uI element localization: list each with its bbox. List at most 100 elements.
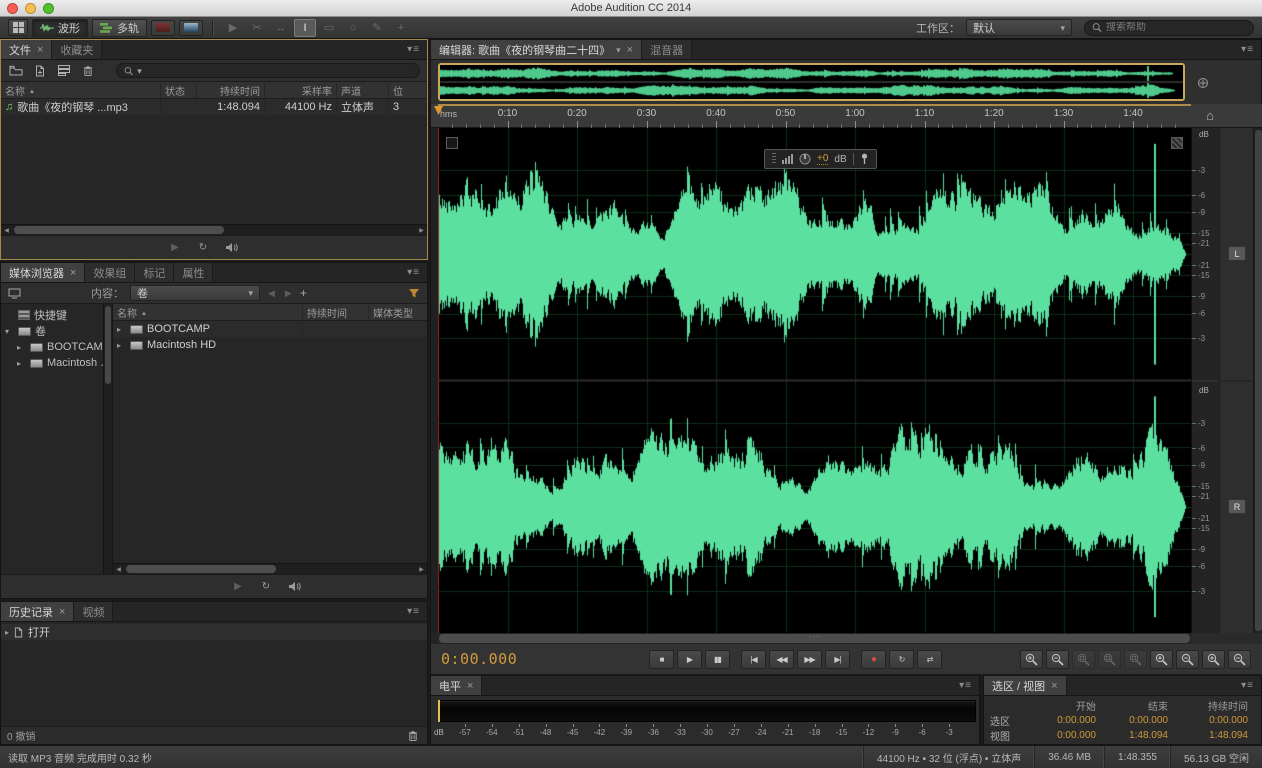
minimize-window-button[interactable]	[25, 3, 36, 14]
column-media-type[interactable]: 媒体类型	[369, 305, 427, 320]
play-button[interactable]: ▶	[677, 649, 702, 669]
delete-icon[interactable]	[80, 64, 96, 78]
rewind-button[interactable]: ◀◀	[769, 649, 794, 669]
close-icon[interactable]	[627, 44, 633, 56]
pause-button[interactable]: ▮▮	[705, 649, 730, 669]
time-selection-tool[interactable]: I	[294, 18, 316, 37]
drag-handle-icon[interactable]	[772, 153, 776, 165]
column-status[interactable]: 状态	[161, 82, 197, 98]
loop-preview-icon[interactable]: ↻	[257, 579, 275, 594]
zoom-to-selection[interactable]	[1072, 649, 1095, 669]
selection-start-value[interactable]: 0:00.000	[1024, 715, 1096, 726]
razor-tool[interactable]: ✂	[246, 19, 268, 37]
play-preview-icon[interactable]: ▶	[166, 240, 184, 255]
column-sample-rate[interactable]: 采样率	[265, 82, 337, 98]
spot-healing-brush-tool[interactable]: +	[390, 19, 412, 37]
zoom-in-horizontal[interactable]	[1150, 649, 1173, 669]
column-duration[interactable]: 持续时间	[303, 304, 369, 320]
close-icon[interactable]	[70, 267, 76, 279]
stop-button[interactable]: ■	[649, 649, 674, 669]
insert-into-multitrack-icon[interactable]	[56, 64, 72, 78]
move-tool[interactable]: ▶	[222, 19, 244, 37]
close-icon[interactable]	[59, 606, 65, 618]
history-item[interactable]: ▸ 打开	[1, 624, 427, 640]
tab-media-browser[interactable]: 媒体浏览器	[1, 263, 86, 282]
horizontal-scrollbar[interactable]	[113, 563, 427, 574]
vertical-scrollbar[interactable]	[103, 304, 112, 574]
spectral-pitch-display-button[interactable]	[179, 19, 203, 36]
add-shortcut-icon[interactable]: +	[300, 286, 307, 300]
panel-menu-icon[interactable]	[1234, 44, 1261, 55]
twisty-icon[interactable]: ▸	[17, 343, 26, 352]
view-duration-value[interactable]: 1:48.094	[1168, 730, 1248, 741]
play-preview-icon[interactable]: ▶	[229, 579, 247, 594]
twisty-icon[interactable]: ▸	[17, 359, 26, 368]
column-name[interactable]: 名称	[117, 305, 137, 320]
marquee-selection-tool[interactable]: ▭	[318, 19, 340, 37]
help-search-input[interactable]	[1106, 22, 1246, 33]
close-icon[interactable]	[1051, 680, 1057, 692]
channel-right-button[interactable]: R	[1228, 499, 1246, 514]
column-duration[interactable]: 持续时间	[197, 82, 265, 98]
workspace-select[interactable]: 默认	[966, 19, 1072, 36]
loop-preview-icon[interactable]: ↻	[194, 240, 212, 255]
tab-favorites[interactable]: 收藏夹	[52, 40, 103, 59]
zoom-selection-out-point[interactable]	[1124, 649, 1147, 669]
home-icon[interactable]	[1201, 106, 1219, 124]
tab-video[interactable]: 视频	[74, 602, 114, 621]
record-button[interactable]: ●	[861, 649, 886, 669]
twisty-icon[interactable]: ▸	[117, 325, 126, 334]
skip-selection-button[interactable]: ⇄	[917, 649, 942, 669]
twisty-icon[interactable]: ▾	[5, 327, 14, 336]
panel-menu-icon[interactable]	[400, 606, 427, 617]
column-bits[interactable]: 位	[389, 82, 427, 98]
slip-tool[interactable]: ↔	[270, 19, 292, 37]
scroll-left-icon[interactable]	[113, 564, 124, 574]
media-row[interactable]: ▸ Macintosh HD	[113, 337, 427, 353]
column-channels[interactable]: 声道	[337, 82, 389, 98]
spectral-frequency-display-button[interactable]	[151, 19, 175, 36]
scrollbar-thumb[interactable]	[1255, 130, 1262, 631]
tab-properties[interactable]: 属性	[174, 263, 214, 282]
vertical-navigation-icon[interactable]	[1195, 75, 1211, 91]
workspace-grid-icon[interactable]	[8, 19, 28, 36]
scroll-left-icon[interactable]	[1, 225, 12, 235]
gain-hud[interactable]: +0 dB	[764, 149, 877, 169]
tab-files[interactable]: 文件	[1, 40, 53, 59]
open-file-icon[interactable]	[8, 64, 24, 78]
waveform-view-button[interactable]: 波形	[32, 18, 88, 37]
zoom-selection-in-point[interactable]	[1098, 649, 1121, 669]
selection-duration-value[interactable]: 0:00.000	[1168, 715, 1248, 726]
horizontal-zoom-scrollbar[interactable]	[439, 634, 1190, 643]
close-icon[interactable]	[467, 680, 473, 692]
tab-effects-rack[interactable]: 效果组	[85, 263, 136, 282]
filter-icon[interactable]	[408, 288, 420, 299]
vertical-scrollbar[interactable]	[1253, 128, 1262, 633]
display-toggle-icon[interactable]	[1171, 137, 1183, 149]
view-end-value[interactable]: 1:48.094	[1096, 730, 1168, 741]
scroll-right-icon[interactable]	[416, 225, 427, 235]
file-list-header[interactable]: 名称 状态 持续时间 采样率 声道 位	[1, 82, 427, 99]
scrollbar-thumb[interactable]	[105, 306, 111, 384]
view-start-value[interactable]: 0:00.000	[1024, 730, 1096, 741]
overview-waveform[interactable]	[440, 65, 1183, 99]
panel-menu-icon[interactable]	[400, 44, 427, 55]
scroll-right-icon[interactable]	[416, 564, 427, 574]
panel-menu-icon[interactable]	[1234, 680, 1261, 691]
time-display[interactable]: 0:00.000	[441, 650, 517, 668]
selection-end-value[interactable]: 0:00.000	[1096, 715, 1168, 726]
gain-value[interactable]: +0	[817, 153, 829, 165]
waveform-display[interactable]	[438, 128, 1191, 633]
trash-icon[interactable]	[405, 729, 421, 743]
files-search[interactable]	[116, 63, 420, 78]
tree-item[interactable]: ▸ Macintosh HD	[1, 355, 112, 371]
column-name[interactable]: 名称	[5, 83, 25, 98]
zoom-out-full[interactable]	[1046, 649, 1069, 669]
loop-playback-button[interactable]: ↻	[889, 649, 914, 669]
scrollbar-thumb[interactable]	[14, 226, 224, 234]
tab-levels[interactable]: 电平	[431, 676, 483, 695]
overview-range-bar[interactable]	[438, 63, 1185, 101]
media-list-header[interactable]: 名称 持续时间 媒体类型	[113, 304, 427, 321]
tree-item[interactable]: ▾ 卷	[1, 323, 112, 339]
zoom-in-vertical[interactable]	[1202, 649, 1225, 669]
